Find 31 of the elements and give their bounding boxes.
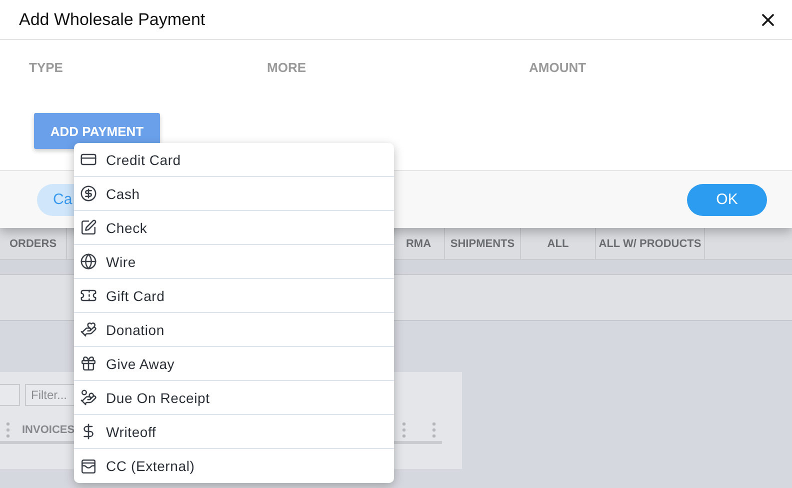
card-icon (80, 458, 97, 474)
credit-card-icon (80, 151, 97, 168)
pen-icon (80, 219, 97, 236)
drag-handle-icon[interactable] (6, 422, 10, 438)
column-header: MORE (266, 60, 307, 77)
globe-icon (80, 253, 97, 270)
menu-item[interactable]: Credit Card (74, 143, 394, 177)
dollar-coin-icon (80, 185, 97, 202)
menu-item[interactable]: Wire (74, 245, 394, 279)
menu-item[interactable]: Due On Receipt (74, 381, 394, 415)
menu-item[interactable]: CC (External) (74, 449, 394, 483)
dialog-title: Add Wholesale Payment (19, 10, 206, 30)
menu-item[interactable]: Give Away (74, 347, 394, 381)
hand-heart-icon (80, 321, 97, 338)
menu-item[interactable]: Donation (74, 313, 394, 347)
menu-item[interactable]: Cash (74, 177, 394, 211)
drag-handle-icon[interactable] (432, 422, 436, 438)
input-field[interactable] (0, 384, 20, 406)
column-header: INVOICES (22, 424, 75, 436)
menu-item[interactable]: Writeoff (74, 415, 394, 449)
menu-item[interactable]: Check (74, 211, 394, 245)
tab[interactable]: ALL (521, 228, 596, 259)
ticket-icon (80, 287, 97, 304)
column-header: TYPE (28, 60, 64, 77)
tab[interactable]: ALL W/ PRODUCTS (596, 228, 705, 259)
hand-coins-icon (80, 389, 97, 406)
tab[interactable]: SHIPMENTS (445, 228, 521, 259)
tab[interactable]: ORDERS (0, 228, 67, 259)
column-header: AMOUNT (528, 60, 588, 77)
gift-icon (80, 355, 97, 372)
drag-handle-icon[interactable] (402, 422, 406, 438)
